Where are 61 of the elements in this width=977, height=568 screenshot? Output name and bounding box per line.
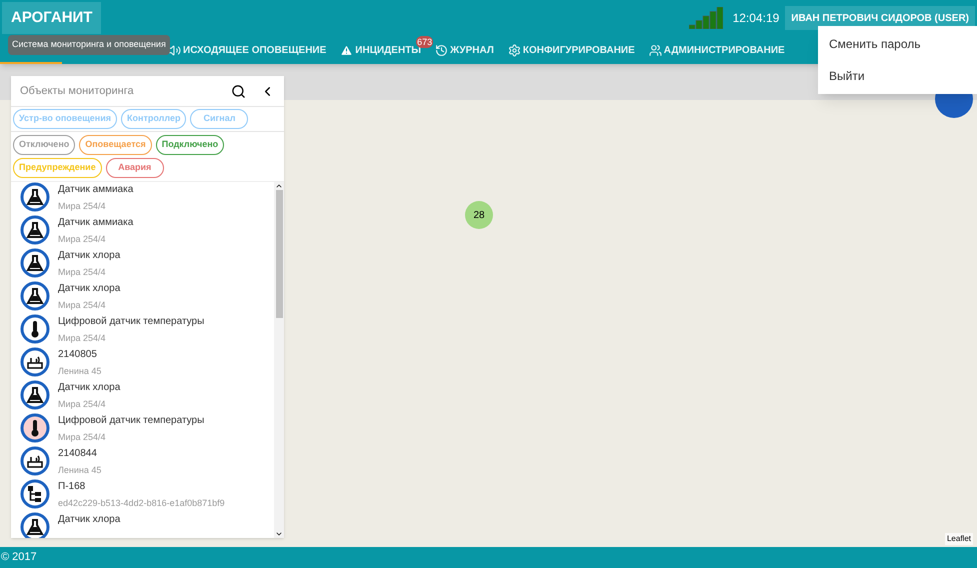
object-list-item[interactable]: Цифровой датчик температуры Мира 254/4 (11, 314, 274, 347)
object-list-item[interactable]: Датчик хлора (11, 512, 274, 538)
clock-time: 12:04:19 (732, 10, 780, 27)
network-icon (28, 486, 41, 502)
router-icon (27, 455, 43, 468)
flask-icon (26, 288, 44, 304)
menu-item[interactable]: Выйти (818, 60, 977, 92)
object-name: Датчик аммиака (58, 216, 134, 230)
people-icon (648, 44, 662, 56)
object-address: Мира 254/4 (58, 431, 107, 444)
object-name: Датчик хлора (58, 513, 120, 527)
history-icon (435, 44, 448, 56)
search-field[interactable]: Объекты мониторинга (20, 82, 231, 100)
object-name: П-168 (58, 480, 86, 494)
signal-icon (688, 7, 723, 29)
object-name: Цифровой датчик температуры (58, 414, 204, 428)
copyright-text: © 2017 (1, 550, 37, 566)
object-name: Датчик хлора (58, 249, 120, 263)
search-icon[interactable] (231, 84, 246, 98)
tooltip: Система мониторинга и оповещения (8, 35, 170, 54)
menu-item[interactable]: Сменить пароль (818, 28, 977, 60)
object-name: Цифровой датчик температуры (58, 315, 204, 329)
thermometer-icon (32, 321, 38, 338)
scroll-up-icon[interactable] (275, 182, 283, 190)
object-list-item[interactable]: Датчик хлора Мира 254/4 (11, 380, 274, 413)
object-address: Мира 254/4 (58, 200, 107, 213)
router-icon (27, 356, 43, 369)
object-address: Мира 254/4 (58, 398, 107, 411)
object-list-item[interactable]: 2140805 Ленина 45 (11, 347, 274, 380)
object-address: Ленина 45 (58, 365, 102, 378)
flask-icon (26, 222, 44, 238)
object-list-item[interactable]: 2140844 Ленина 45 (11, 446, 274, 479)
object-list-item[interactable]: Датчик аммиака Мира 254/4 (11, 182, 274, 215)
object-address: Мира 254/4 (58, 332, 107, 345)
object-address: Ленина 45 (58, 464, 102, 477)
object-name: 2140805 (58, 348, 98, 362)
count-badge: 673 (416, 36, 434, 48)
object-name: Датчик хлора (58, 282, 120, 296)
object-list-item[interactable]: Цифровой датчик температуры Мира 254/4 (11, 413, 274, 446)
speaker-icon (168, 44, 181, 56)
gear-icon (508, 44, 521, 56)
object-list-item[interactable]: Датчик хлора Мира 254/4 (11, 248, 274, 281)
cluster-marker[interactable]: 28 (465, 201, 493, 229)
flask-icon (26, 519, 44, 535)
object-list-item[interactable]: Датчик аммиака Мира 254/4 (11, 215, 274, 248)
object-address: Мира 254/4 (58, 233, 107, 246)
object-list-item[interactable]: П-168 ed42c229-b513-4dd2-b816-e1af0b871bf9 (11, 479, 274, 512)
object-address: ed42c229-b513-4dd2-b816-e1af0b871bf9 (58, 497, 225, 510)
object-name: 2140844 (58, 447, 98, 461)
flask-icon (26, 387, 44, 403)
thermometer-icon (32, 420, 38, 436)
object-address: Мира 254/4 (58, 266, 107, 279)
object-name: Датчик хлора (58, 381, 120, 395)
object-address: Мира 254/4 (58, 299, 107, 312)
object-name: Датчик аммиака (58, 183, 134, 197)
object-list-item[interactable]: Датчик хлора Мира 254/4 (11, 281, 274, 314)
warning-icon (340, 44, 354, 56)
map-attribution[interactable]: Leaflet (944, 533, 973, 545)
scroll-down-icon[interactable] (275, 530, 283, 538)
flask-icon (26, 189, 44, 205)
flask-icon (26, 255, 44, 271)
